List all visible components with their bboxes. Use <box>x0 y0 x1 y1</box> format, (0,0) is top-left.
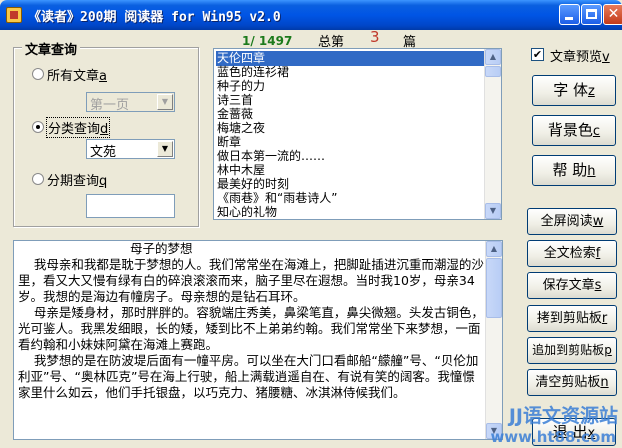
article-list-scrollbar[interactable]: ▲ ▼ <box>484 49 501 219</box>
close-icon: ✕ <box>607 6 620 22</box>
scroll-up-icon[interactable]: ▲ <box>485 49 501 65</box>
issue-number: 3 <box>370 28 380 46</box>
list-item[interactable]: 天伦四章 <box>216 51 484 66</box>
category-radio[interactable] <box>32 121 44 133</box>
title-bar[interactable]: 《读者》200期 阅读器 for Win95 v2.0 ✕ <box>0 0 622 30</box>
scroll-thumb[interactable] <box>486 258 502 318</box>
window-title: 《读者》200期 阅读器 for Win95 v2.0 <box>28 10 281 25</box>
close-button[interactable]: ✕ <box>603 4 622 25</box>
category-select-value: 文苑 <box>90 145 117 160</box>
article-text-area[interactable]: 母子的梦想 我母亲和我都是耽于梦想的人。我们常常坐在海滩上，把脚趾插进沉重而潮湿… <box>13 240 503 440</box>
help-button[interactable]: 帮 助h <box>532 155 616 186</box>
fulltext-search-button[interactable]: 全文检索f <box>527 240 617 267</box>
page-select[interactable]: 第一页 ▼ <box>86 92 175 113</box>
article-list[interactable]: 天伦四章 蓝色的连衫裙 种子的力 诗三首 金蔷薇 梅塘之夜 断章 做日本第一流的… <box>213 48 502 220</box>
all-articles-label[interactable]: 所有文章a <box>47 65 107 84</box>
minimize-icon <box>565 17 573 20</box>
list-item[interactable]: 蓝色的连衫裙 <box>216 65 290 80</box>
font-button[interactable]: 字 体z <box>532 75 616 106</box>
list-item[interactable]: 最美好的时刻 <box>216 177 290 192</box>
page-select-value: 第一页 <box>90 98 130 113</box>
category-label[interactable]: 分类查询d <box>46 117 111 138</box>
app-icon <box>6 7 22 23</box>
list-item[interactable]: 做日本第一流的…… <box>216 149 326 164</box>
append-to-clipboard-button[interactable]: 追加到剪贴板p <box>527 337 617 364</box>
copy-to-clipboard-button[interactable]: 拷到剪贴板r <box>527 305 617 332</box>
watermark-logo: JJ语文资源站 <box>508 405 618 427</box>
category-select[interactable]: 文苑 ▼ <box>86 139 175 160</box>
watermark-url: www.ht88.com <box>490 428 616 446</box>
preview-label[interactable]: 文章预览v <box>550 46 610 65</box>
article-scrollbar[interactable]: ▲ ▼ <box>485 241 502 439</box>
chevron-down-icon[interactable]: ▼ <box>157 94 173 110</box>
list-item[interactable]: 金蔷薇 <box>216 107 254 122</box>
article-paragraph: 我梦想的是在防波堤后面有一幢平房。可以坐在大门口看邮船“艨艟”号、“贝伦加利亚”… <box>18 353 479 400</box>
scroll-thumb[interactable] <box>485 66 501 77</box>
list-item[interactable]: 种子的力 <box>216 79 266 94</box>
article-title: 母子的梦想 <box>130 241 193 256</box>
background-color-button[interactable]: 背景色c <box>532 115 616 146</box>
list-item[interactable]: 《雨巷》和“雨巷诗人” <box>216 191 338 206</box>
issue-radio[interactable] <box>32 173 44 185</box>
chevron-down-icon[interactable]: ▼ <box>157 141 173 157</box>
maximize-button[interactable] <box>581 4 602 25</box>
scroll-down-icon[interactable]: ▼ <box>485 203 501 219</box>
save-article-button[interactable]: 保存文章s <box>527 272 617 299</box>
issue-label[interactable]: 分期查询q <box>47 170 107 189</box>
preview-checkbox[interactable]: ✔ <box>531 48 544 61</box>
article-paragraph: 母亲是矮身材，那时胖胖的。容貌端庄秀美，鼻梁笔直，鼻尖微翘。头发古铜色，光可鉴人… <box>18 305 484 352</box>
list-item[interactable]: 梅塘之夜 <box>216 121 266 136</box>
minimize-button[interactable] <box>559 4 580 25</box>
article-search-legend: 文章查询 <box>22 39 81 58</box>
list-item[interactable]: 林中木屋 <box>216 163 266 178</box>
list-item[interactable]: 知心的礼物 <box>216 205 278 219</box>
scroll-up-icon[interactable]: ▲ <box>486 241 502 257</box>
all-articles-radio[interactable] <box>32 68 44 80</box>
fullscreen-read-button[interactable]: 全屏阅读w <box>527 208 617 235</box>
article-content: 母子的梦想 我母亲和我都是耽于梦想的人。我们常常坐在海滩上，把脚趾插进沉重而潮湿… <box>18 241 484 401</box>
list-item[interactable]: 断章 <box>216 135 242 150</box>
article-position: 1/ 1497 <box>242 34 293 48</box>
clear-clipboard-button[interactable]: 清空剪贴板n <box>527 369 617 396</box>
maximize-icon <box>586 9 597 19</box>
issue-input[interactable] <box>86 194 175 218</box>
article-paragraph: 我母亲和我都是耽于梦想的人。我们常常坐在海滩上，把脚趾插进沉重而潮湿的沙里，看又… <box>18 257 484 304</box>
list-item[interactable]: 诗三首 <box>216 93 254 108</box>
